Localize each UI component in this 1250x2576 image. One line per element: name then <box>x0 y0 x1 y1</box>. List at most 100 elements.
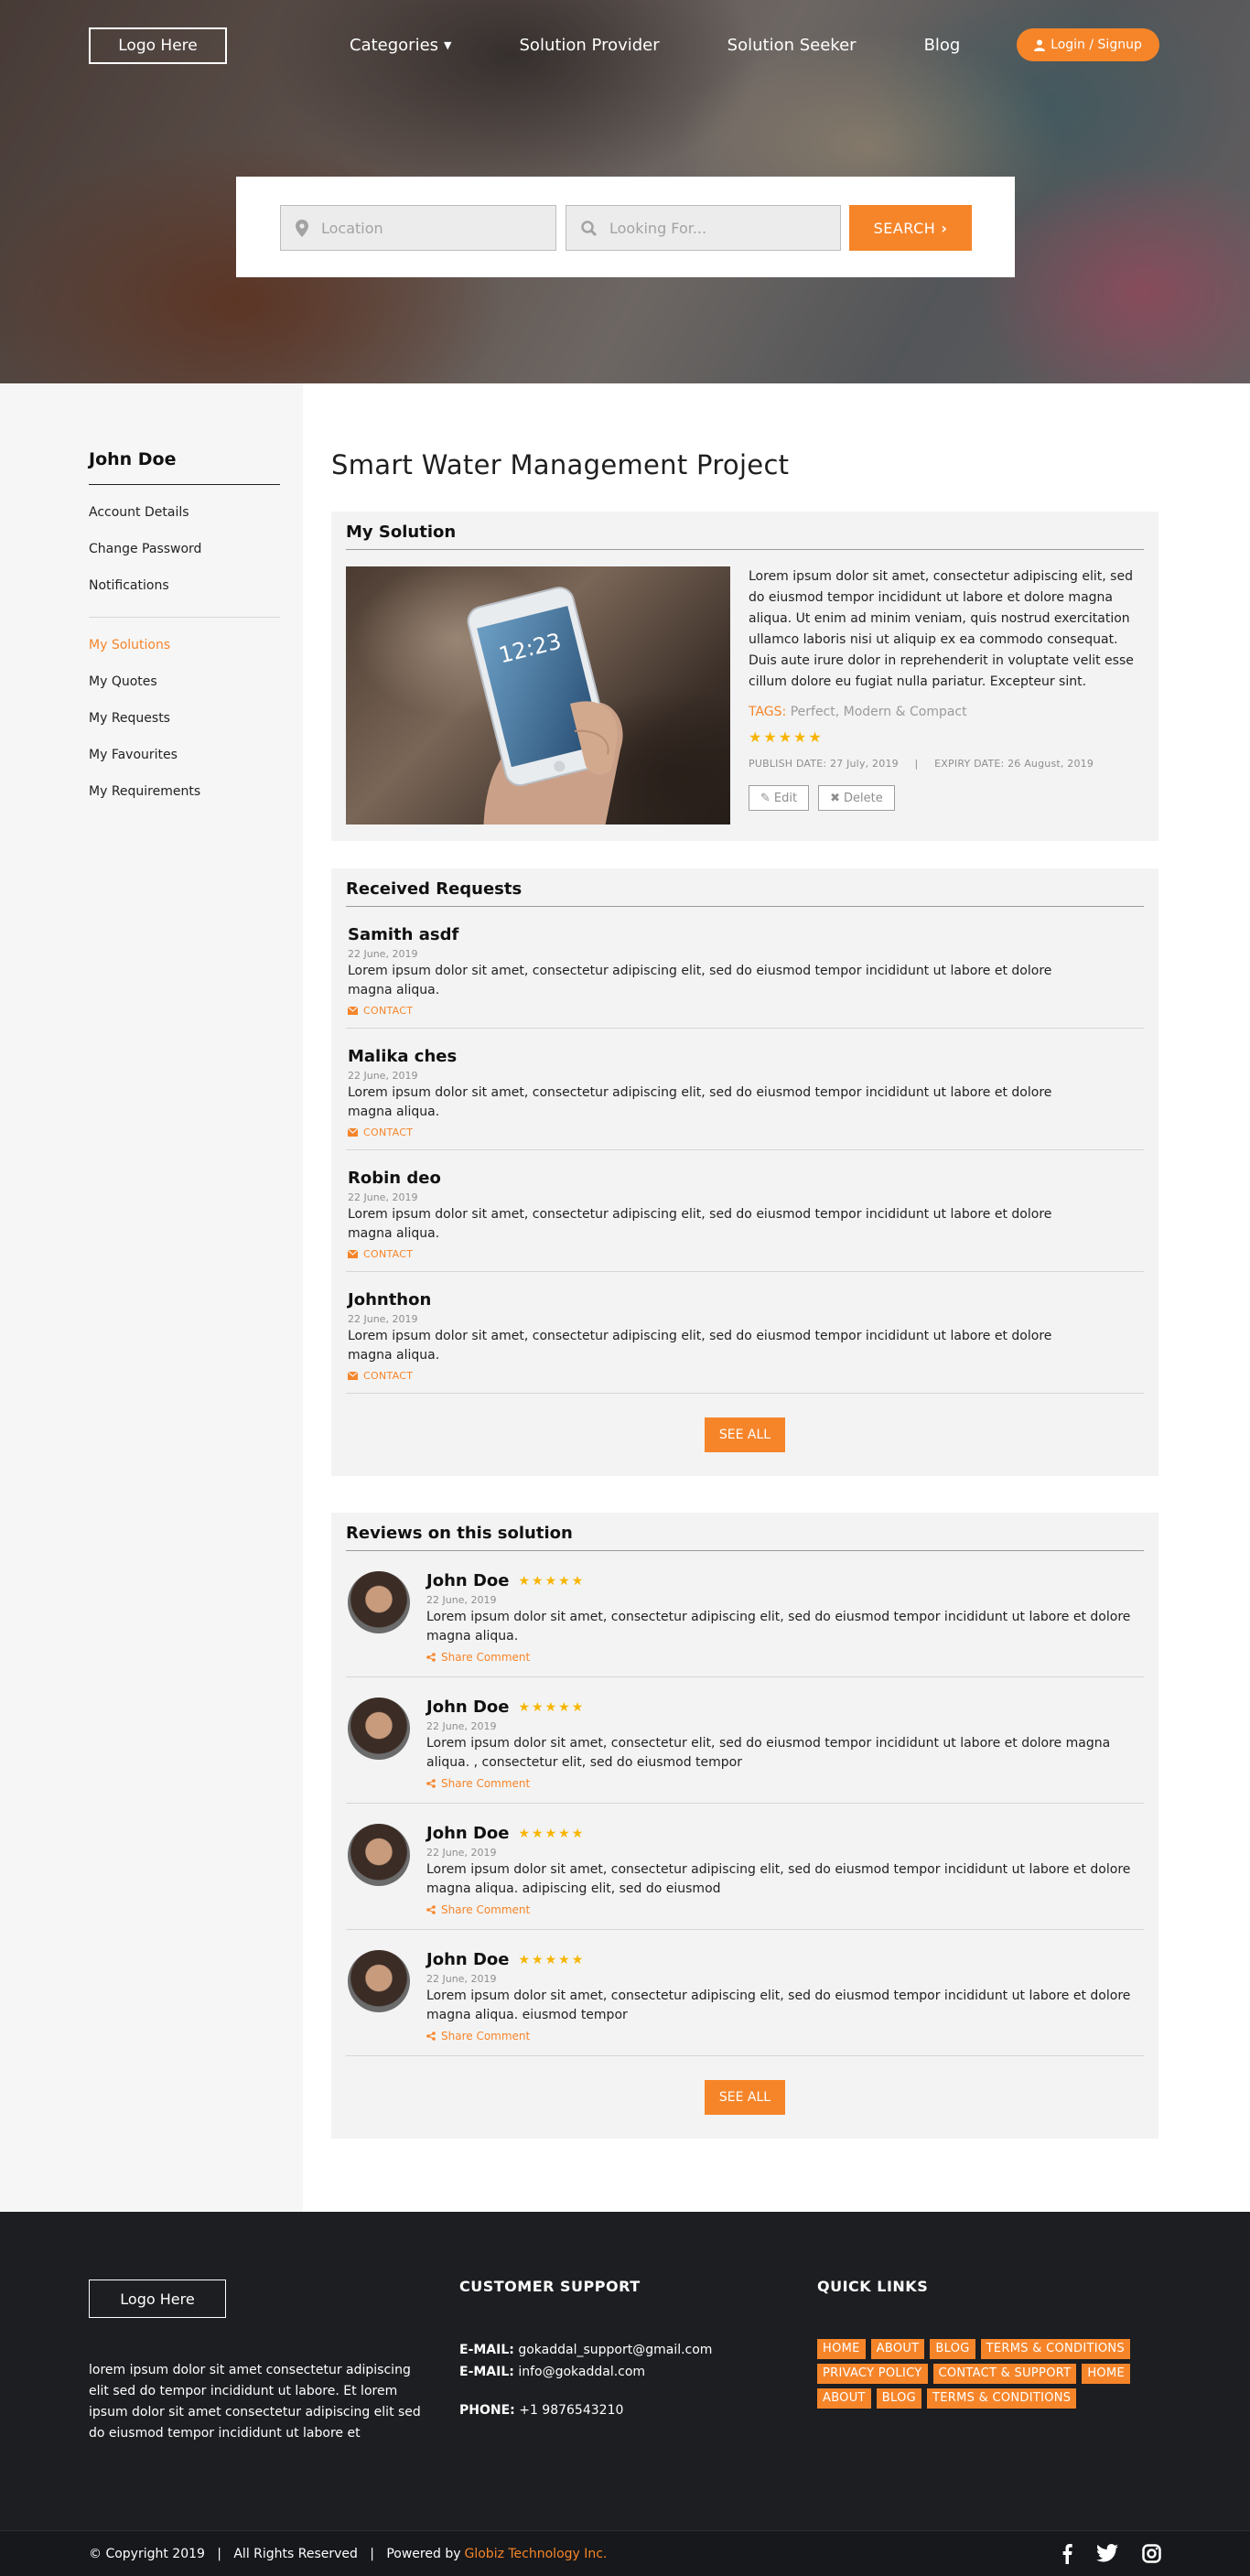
quick-link-terms[interactable]: TERMS & CONDITIONS <box>927 2388 1077 2409</box>
share-comment-link[interactable]: Share Comment <box>426 2030 1142 2042</box>
quick-link-privacy[interactable]: PRIVACY POLICY <box>817 2364 928 2384</box>
page-title: Smart Water Management Project <box>331 449 790 480</box>
account-sidebar: John Doe Account Details Change Password… <box>0 383 303 2212</box>
nav-categories[interactable]: Categories ▼ <box>350 36 452 55</box>
sidebar-item-account-details[interactable]: Account Details <box>89 494 280 531</box>
facebook-icon[interactable] <box>1061 2544 1072 2564</box>
close-icon: ✖ <box>830 791 840 805</box>
review-date: 22 June, 2019 <box>426 1720 497 1732</box>
see-all-requests-button[interactable]: SEE ALL <box>705 1417 785 1452</box>
solution-dates: PUBLISH DATE: 27 July, 2019 | EXPIRY DAT… <box>749 753 1144 774</box>
review-item: John Doe ★★★★★ 22 June, 2019 Lorem ipsum … <box>346 1677 1144 1804</box>
account-menu: Account Details Change Password Notifica… <box>89 485 280 618</box>
main-content: Smart Water Management Project My Soluti… <box>303 383 1250 2212</box>
login-signup-label: Login / Signup <box>1051 38 1142 52</box>
sidebar-item-my-requirements[interactable]: My Requirements <box>89 773 280 810</box>
review-item: John Doe ★★★★★ 22 June, 2019 Lorem ipsum … <box>346 1551 1144 1677</box>
email-value[interactable]: info@gokaddal.com <box>518 2365 645 2379</box>
solution-image: 12:23 <box>346 566 730 825</box>
share-comment-label: Share Comment <box>441 1651 531 1664</box>
chevron-down-icon: ▼ <box>444 38 452 51</box>
delete-button[interactable]: ✖ Delete <box>818 785 895 811</box>
share-comment-label: Share Comment <box>441 1777 531 1790</box>
social-links <box>1038 2544 1161 2564</box>
chevron-right-icon: › <box>941 219 948 237</box>
review-item: John Doe ★★★★★ 22 June, 2019 Lorem ipsum … <box>346 1930 1144 2056</box>
sidebar-item-notifications[interactable]: Notifications <box>89 567 280 604</box>
see-all-reviews-button[interactable]: SEE ALL <box>705 2080 785 2115</box>
reviewer-row: John Doe ★★★★★ <box>426 1698 1142 1717</box>
reviews-card: Reviews on this solution John Doe ★★★★★ 2… <box>331 1513 1158 2139</box>
edit-button[interactable]: ✎ Edit <box>749 785 810 811</box>
share-icon <box>426 2032 436 2041</box>
main-menu: Categories ▼ Solution Provider Solution S… <box>350 26 1028 64</box>
review-date: 22 June, 2019 <box>426 1847 497 1859</box>
envelope-icon <box>348 1007 358 1015</box>
sidebar-item-my-quotes[interactable]: My Quotes <box>89 663 280 700</box>
review-rating-stars: ★★★★★ <box>518 1573 586 1589</box>
review-text: Lorem ipsum dolor sit amet, consectetur … <box>426 1989 1131 2022</box>
review-content: John Doe ★★★★★ 22 June, 2019 Lorem ipsum … <box>410 1950 1142 2042</box>
request-date: 22 June, 2019 <box>348 1191 418 1203</box>
sidebar-item-my-solutions[interactable]: My Solutions <box>89 627 280 663</box>
looking-for-input[interactable]: Looking For... <box>566 205 841 251</box>
request-text: Lorem ipsum dolor sit amet, consectetur … <box>348 1085 1052 1119</box>
contact-link[interactable]: CONTACT <box>348 1370 1142 1382</box>
share-comment-link[interactable]: Share Comment <box>426 1903 1142 1916</box>
nav-solution-provider[interactable]: Solution Provider <box>520 36 660 55</box>
sidebar-item-change-password[interactable]: Change Password <box>89 531 280 567</box>
search-button[interactable]: SEARCH › <box>849 205 972 251</box>
contact-link[interactable]: CONTACT <box>348 1005 1142 1017</box>
quick-link-blog[interactable]: BLOG <box>876 2388 921 2409</box>
quick-link-home[interactable]: HOME <box>817 2339 866 2359</box>
tags-label: TAGS: <box>749 705 787 719</box>
twitter-icon[interactable] <box>1096 2544 1118 2564</box>
contact-link[interactable]: CONTACT <box>348 1248 1142 1260</box>
contact-label: CONTACT <box>363 1005 414 1017</box>
solution-description: Lorem ipsum dolor sit amet, consectetur … <box>749 569 1134 689</box>
instagram-icon[interactable] <box>1142 2544 1161 2564</box>
contact-link[interactable]: CONTACT <box>348 1126 1142 1138</box>
review-rating-stars: ★★★★★ <box>518 1699 586 1715</box>
my-solution-card: My Solution 12:23 Lorem ipsum dolor sit … <box>331 512 1158 841</box>
footer-logo[interactable]: Logo Here <box>89 2280 226 2318</box>
nav-solution-seeker[interactable]: Solution Seeker <box>727 36 857 55</box>
email-value[interactable]: gokaddal_support@gmail.com <box>518 2343 712 2357</box>
copyright-text: © Copyright 2019 | All Rights Reserved |… <box>89 2546 461 2561</box>
request-date: 22 June, 2019 <box>348 1070 418 1082</box>
quick-links: QUICK LINKS HOME ABOUT BLOG TERMS & COND… <box>817 2278 1165 2413</box>
location-input[interactable]: Location <box>280 205 556 251</box>
phone-value[interactable]: +1 9876543210 <box>519 2403 623 2418</box>
powered-by-link[interactable]: Globiz Technology Inc. <box>465 2547 608 2561</box>
reviewer-name: John Doe <box>426 1950 510 1969</box>
site-footer: Logo Here lorem ipsum dolor sit amet con… <box>0 2212 1250 2576</box>
support-email-1: E-MAIL: gokaddal_support@gmail.com <box>459 2343 712 2357</box>
quick-link-about[interactable]: ABOUT <box>817 2388 871 2409</box>
requester-name: Robin deo <box>348 1169 441 1188</box>
quick-link-terms[interactable]: TERMS & CONDITIONS <box>980 2339 1130 2359</box>
reviewer-row: John Doe ★★★★★ <box>426 1571 1142 1590</box>
sidebar-item-my-requests[interactable]: My Requests <box>89 700 280 737</box>
quick-link-contact[interactable]: CONTACT & SUPPORT <box>932 2364 1077 2384</box>
share-comment-link[interactable]: Share Comment <box>426 1651 1142 1664</box>
quick-link-home[interactable]: HOME <box>1082 2364 1130 2384</box>
footer-bottom-bar: © Copyright 2019 | All Rights Reserved |… <box>0 2530 1250 2576</box>
solution-actions: ✎ Edit ✖ Delete <box>749 785 1144 811</box>
envelope-icon <box>348 1372 358 1380</box>
user-icon <box>1034 39 1046 51</box>
solutions-menu: My Solutions My Quotes My Requests My Fa… <box>89 618 280 810</box>
avatar <box>348 1571 410 1633</box>
reviews-heading: Reviews on this solution <box>346 1524 1144 1551</box>
publish-date: PUBLISH DATE: 27 July, 2019 <box>749 758 899 770</box>
top-navigation: Logo Here Categories ▼ Solution Provider … <box>0 26 1250 64</box>
sidebar-item-my-favourites[interactable]: My Favourites <box>89 737 280 773</box>
login-signup-button[interactable]: Login / Signup <box>1017 28 1159 61</box>
review-content: John Doe ★★★★★ 22 June, 2019 Lorem ipsum … <box>410 1824 1142 1916</box>
share-comment-link[interactable]: Share Comment <box>426 1777 1142 1790</box>
header-logo[interactable]: Logo Here <box>89 27 227 64</box>
nav-blog[interactable]: Blog <box>924 36 961 55</box>
quick-link-about[interactable]: ABOUT <box>870 2339 925 2359</box>
request-text: Lorem ipsum dolor sit amet, consectetur … <box>348 1329 1052 1363</box>
quick-link-blog[interactable]: BLOG <box>930 2339 975 2359</box>
request-text: Lorem ipsum dolor sit amet, consectetur … <box>348 1207 1052 1241</box>
